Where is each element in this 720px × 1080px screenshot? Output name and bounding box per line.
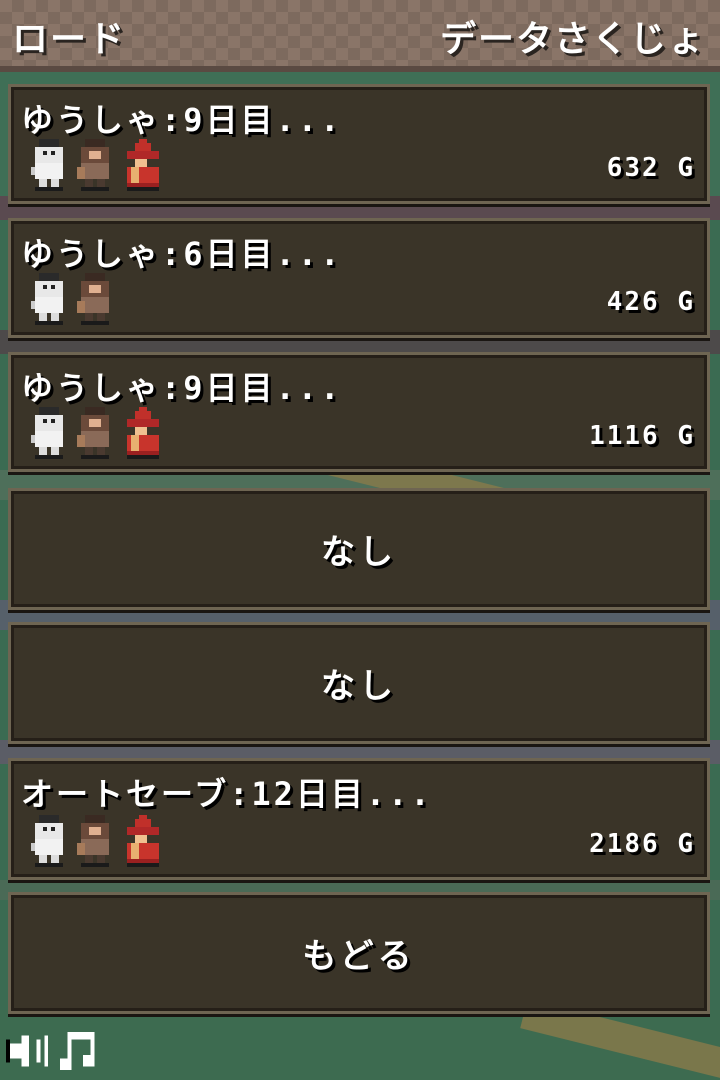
back-button-label: もどる [302,936,416,977]
slot-label: ゆうしゃ:9日目... [21,101,343,139]
knight-sprite [31,139,63,191]
empty-slot-label: なし [321,532,397,573]
delete-data-button[interactable]: データさくじょ [440,10,706,62]
save-slot-2[interactable]: ゆうしゃ:6日目... 426 G [8,218,710,338]
knight-sprite [31,273,63,325]
header-bar: ロード データさくじょ [0,0,720,72]
page-title: ロード [12,19,127,60]
warrior-sprite [77,273,109,325]
save-slot-4[interactable]: なし [8,488,710,610]
warrior-sprite [77,815,109,867]
mage-sprite [127,407,159,459]
save-slot-1[interactable]: ゆうしゃ:9日目... 632 G [8,84,710,204]
party-sprites [27,139,163,191]
gold-amount: 1116 G [589,421,695,451]
slot-label: オートセーブ:12日目... [21,775,433,813]
party-sprites [27,407,163,459]
audio-controls [6,1028,102,1074]
knight-sprite [31,407,63,459]
warrior-sprite [77,407,109,459]
gold-amount: 2186 G [589,829,695,859]
autosave-slot[interactable]: オートセーブ:12日目... 2186 G [8,758,710,880]
save-slot-3[interactable]: ゆうしゃ:9日目... 1116 G [8,352,710,472]
party-sprites [27,815,163,867]
gold-amount: 632 G [606,153,695,183]
gold-amount: 426 G [606,287,695,317]
speaker-icon[interactable] [6,1028,52,1074]
warrior-sprite [77,139,109,191]
mage-sprite [127,139,159,191]
music-note-icon[interactable] [56,1028,102,1074]
back-button[interactable]: もどる [8,892,710,1014]
slot-label: ゆうしゃ:9日目... [21,369,343,407]
slot-label: ゆうしゃ:6日目... [21,235,343,273]
save-slot-5[interactable]: なし [8,622,710,744]
mage-sprite [127,815,159,867]
empty-slot-label: なし [321,666,397,707]
knight-sprite [31,815,63,867]
party-sprites [27,273,117,325]
